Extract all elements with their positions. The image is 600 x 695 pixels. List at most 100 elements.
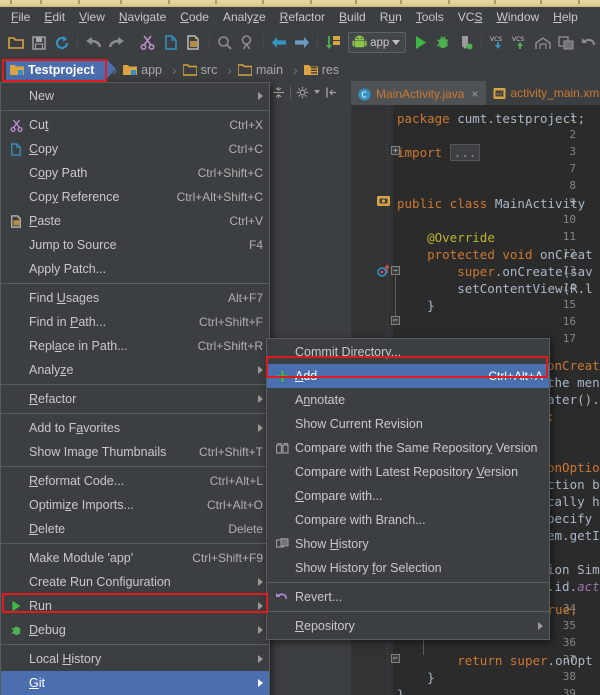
menu-item-copy-reference[interactable]: Copy Reference Ctrl+Alt+Shift+C <box>1 185 269 209</box>
menubar-item-analyze[interactable]: Analyze <box>216 8 273 27</box>
menu-item-label: Create Run Configuration <box>29 575 171 589</box>
settings-gear-icon[interactable] <box>296 86 309 99</box>
vcs-update-icon[interactable]: VCS <box>486 31 509 54</box>
menu-item-compare-with-latest-repository-version[interactable]: Compare with Latest Repository Version <box>267 460 549 484</box>
class-marker-icon[interactable] <box>377 195 390 207</box>
save-all-icon[interactable] <box>28 31 51 54</box>
breadcrumb-src[interactable]: src <box>179 59 222 80</box>
expand-collapse-icon[interactable] <box>272 86 285 99</box>
menubar-item-build[interactable]: Build <box>332 8 373 27</box>
menu-item-optimize-imports[interactable]: Optimize Imports... Ctrl+Alt+O <box>1 493 269 517</box>
menubar-item-code[interactable]: Code <box>173 8 216 27</box>
menu-item-apply-patch[interactable]: Apply Patch... <box>1 257 269 281</box>
forward-arrow-icon[interactable] <box>291 31 314 54</box>
profile-icon[interactable] <box>455 31 478 54</box>
breadcrumb-main[interactable]: main <box>234 59 287 80</box>
menu-item-compare-with-the-same-repository-version[interactable]: Compare with the Same Repository Version <box>267 436 549 460</box>
breadcrumb-res[interactable]: res <box>300 59 343 80</box>
run-configuration-selector[interactable]: app <box>348 32 407 53</box>
menu-item-show-image-thumbnails[interactable]: Show Image Thumbnails Ctrl+Shift+T <box>1 440 269 464</box>
menu-item-find-usages[interactable]: Find Usages Alt+F7 <box>1 286 269 310</box>
menu-item-show-current-revision[interactable]: Show Current Revision <box>267 412 549 436</box>
menu-item-repository[interactable]: Repository <box>267 614 549 638</box>
sync-gradle-icon[interactable] <box>322 31 345 54</box>
menu-item-find-in-path[interactable]: Find in Path... Ctrl+Shift+F <box>1 310 269 334</box>
paste-icon[interactable] <box>182 31 205 54</box>
redo-icon[interactable] <box>105 31 128 54</box>
menu-item-label: Add <box>295 369 318 383</box>
android-studio-window: File Edit View Navigate Code Analyze Refactor B… <box>0 0 600 695</box>
menubar-item-view[interactable]: View <box>72 8 112 27</box>
find-icon[interactable] <box>214 31 237 54</box>
menu-item-jump-to-source[interactable]: Jump to Source F4 <box>1 233 269 257</box>
debug-icon[interactable] <box>432 31 455 54</box>
close-icon[interactable]: × <box>471 87 478 101</box>
hide-sidebar-icon[interactable] <box>325 86 338 99</box>
menu-item-git[interactable]: Git <box>1 671 269 695</box>
editor-tab-mainactivity-java[interactable]: C MainActivity.java × <box>351 81 486 105</box>
menu-item-commit-directory[interactable]: Commit Directory... <box>267 340 549 364</box>
menu-item-paste[interactable]: Paste Ctrl+V <box>1 209 269 233</box>
menubar-item-file[interactable]: File <box>4 8 37 27</box>
menubar-item-refactor[interactable]: Refactor <box>273 8 332 27</box>
menu-item-label: Reformat Code... <box>29 474 125 488</box>
cut-icon[interactable] <box>136 31 159 54</box>
menu-item-label: Revert... <box>295 590 343 604</box>
menu-item-delete[interactable]: Delete Delete <box>1 517 269 541</box>
sdk-manager-icon[interactable] <box>554 31 577 54</box>
menu-item-reformat-code[interactable]: Reformat Code... Ctrl+Alt+L <box>1 469 269 493</box>
menu-item-copy[interactable]: Copy Ctrl+C <box>1 137 269 161</box>
code-fragment: onCreat <box>547 358 600 373</box>
menu-item-add[interactable]: Add Ctrl+Alt+A <box>267 364 549 388</box>
menu-item-new[interactable]: New <box>1 84 269 108</box>
menu-item-run[interactable]: Run <box>1 594 269 618</box>
menu-item-analyze[interactable]: Analyze <box>1 358 269 382</box>
breadcrumb-testproject[interactable]: Testproject <box>6 59 117 80</box>
revert-icon[interactable] <box>577 31 600 54</box>
menubar-item-help[interactable]: Help <box>546 8 585 27</box>
menu-item-make-module-app[interactable]: Make Module 'app' Ctrl+Shift+F9 <box>1 546 269 570</box>
menubar-item-window[interactable]: Window <box>489 8 546 27</box>
menu-item-compare-with-branch[interactable]: Compare with Branch... <box>267 508 549 532</box>
code-line: public class MainActivity <box>397 196 586 211</box>
chevron-down-icon[interactable] <box>392 40 401 45</box>
menu-item-debug[interactable]: Debug <box>1 618 269 642</box>
menu-item-compare-with[interactable]: Compare with... <box>267 484 549 508</box>
menu-item-revert[interactable]: Revert... <box>267 585 549 609</box>
override-marker-icon[interactable] <box>377 264 391 277</box>
open-project-icon[interactable] <box>5 31 28 54</box>
menubar-item-run[interactable]: Run <box>373 8 409 27</box>
breadcrumb-app[interactable]: app <box>119 59 166 80</box>
menu-item-show-history[interactable]: Show History <box>267 532 549 556</box>
menubar-item-navigate[interactable]: Navigate <box>112 8 173 27</box>
editor-tab-activity_main-xml[interactable]: </> activity_main.xml <box>486 81 600 105</box>
breadcrumb-label: app <box>141 62 162 77</box>
git-submenu[interactable]: Commit Directory... Add Ctrl+Alt+A Annotate… <box>266 338 550 640</box>
menu-item-copy-path[interactable]: Copy Path Ctrl+Shift+C <box>1 161 269 185</box>
vcs-commit-icon[interactable]: VCS <box>509 31 532 54</box>
menu-item-show-history-for-selection[interactable]: Show History for Selection <box>267 556 549 580</box>
editor-tab-strip: C MainActivity.java × </> activity_main.xml <box>351 79 600 105</box>
menubar-item-vcs[interactable]: VCS <box>451 8 490 27</box>
menubar-item-tools[interactable]: Tools <box>409 8 451 27</box>
menu-item-local-history[interactable]: Local History <box>1 647 269 671</box>
menu-item-cut[interactable]: Cut Ctrl+X <box>1 113 269 137</box>
run-icon[interactable] <box>409 31 432 54</box>
menu-item-replace-in-path[interactable]: Replace in Path... Ctrl+Shift+R <box>1 334 269 358</box>
menu-item-label: Copy Reference <box>29 190 120 204</box>
avd-manager-icon[interactable] <box>532 31 555 54</box>
undo-icon[interactable] <box>82 31 105 54</box>
copy-icon[interactable] <box>159 31 182 54</box>
fold-end-icon[interactable]: ⌐ <box>391 316 400 325</box>
menubar-item-edit[interactable]: Edit <box>37 8 72 27</box>
menu-item-add-to-favorites[interactable]: Add to Favorites <box>1 416 269 440</box>
find-replace-icon[interactable] <box>236 31 259 54</box>
menu-item-label: Cut <box>29 118 49 132</box>
project-context-menu[interactable]: New Cut Ctrl+X Copy Ctrl+C Copy Path Ctrl+Shif… <box>0 82 270 695</box>
menu-item-annotate[interactable]: Annotate <box>267 388 549 412</box>
menu-item-refactor[interactable]: Refactor <box>1 387 269 411</box>
menu-item-create-run-configuration[interactable]: Create Run Configuration <box>1 570 269 594</box>
gear-chevron-down-icon[interactable] <box>314 90 320 94</box>
sync-refresh-icon[interactable] <box>50 31 73 54</box>
back-arrow-icon[interactable] <box>268 31 291 54</box>
